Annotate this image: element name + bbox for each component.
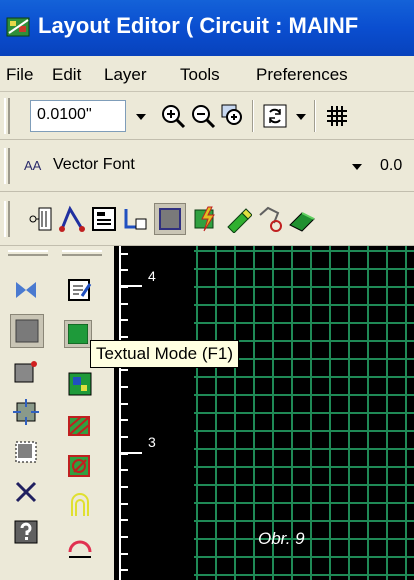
font-dropdown-icon[interactable] (352, 164, 362, 170)
palette-grip[interactable] (62, 250, 102, 256)
window-title: Layout Editor ( Circuit : MAINF (38, 13, 359, 38)
font-icon: AA (24, 158, 42, 173)
tooltip-text: Textual Mode (F1) (96, 344, 233, 363)
toolbar-grip[interactable] (4, 201, 10, 237)
hatch-fill-icon[interactable] (66, 412, 94, 440)
menu-tools[interactable]: Tools (180, 65, 220, 85)
help-icon[interactable] (12, 518, 40, 546)
menu-bar: File Edit Layer Tools Preferences (0, 56, 414, 92)
split-arrows-icon[interactable] (12, 276, 40, 304)
outline-shape-icon[interactable] (66, 492, 94, 520)
edit-text-icon[interactable] (66, 276, 94, 304)
pad-spark-icon[interactable] (192, 205, 220, 233)
text-object-icon[interactable] (90, 205, 118, 233)
polygon-route-icon[interactable] (256, 205, 284, 233)
app-icon (6, 17, 30, 37)
corner-shape-icon[interactable] (122, 205, 150, 233)
zoom-window-icon[interactable] (220, 103, 246, 129)
green-square-icon (68, 324, 88, 344)
figure-caption: Obr. 9 (258, 529, 305, 548)
toolbar-grip[interactable] (4, 98, 10, 134)
textual-mode-tool-pressed[interactable] (64, 320, 92, 348)
zoom-toolbar: 0.0100" (0, 92, 414, 140)
refresh-dropdown-icon[interactable] (296, 114, 306, 120)
grid-toggle-icon[interactable] (324, 103, 350, 129)
vertical-ruler: 4 3 (114, 246, 194, 580)
bounding-box-icon[interactable] (12, 438, 40, 466)
zoom-grid-combo[interactable]: 0.0100" (30, 100, 126, 132)
ruler-ticks (119, 246, 142, 580)
toolbar-separator (252, 100, 254, 132)
font-name: Vector Font (53, 156, 135, 173)
component-icon[interactable] (66, 370, 94, 398)
rect-tool-pressed[interactable] (154, 203, 186, 235)
font-combo[interactable]: Vector Font (46, 150, 366, 182)
ruler-label-3: 3 (148, 434, 156, 450)
connector-icon[interactable] (26, 205, 56, 233)
menu-edit[interactable]: Edit (52, 65, 81, 85)
delete-icon[interactable] (12, 478, 40, 506)
ruler-label-4: 4 (148, 268, 156, 284)
palette-grip[interactable] (8, 250, 48, 256)
font-toolbar: AA Vector Font 0.0 (0, 140, 414, 192)
zoom-grid-dropdown-icon[interactable] (136, 114, 146, 120)
zoom-out-icon[interactable] (190, 103, 216, 129)
drawing-toolbar (0, 192, 414, 246)
font-size-field[interactable]: 0.0 (380, 157, 402, 175)
tool-palette (0, 246, 114, 580)
select-tool-pressed[interactable] (10, 314, 44, 348)
filled-rect-icon (159, 208, 181, 230)
zoom-grid-value: 0.0100" (37, 106, 92, 123)
green-eraser-icon[interactable] (288, 205, 316, 233)
new-shape-icon[interactable] (12, 358, 40, 386)
group-icon[interactable] (12, 398, 40, 426)
menu-preferences[interactable]: Preferences (256, 65, 348, 85)
title-bar: Layout Editor ( Circuit : MAINF (0, 0, 414, 56)
toolbar-separator (314, 100, 316, 132)
menu-layer[interactable]: Layer (104, 65, 147, 85)
menu-file[interactable]: File (6, 65, 33, 85)
arc-icon[interactable] (66, 532, 94, 560)
filled-square-icon (15, 319, 39, 343)
green-pen-icon[interactable] (224, 205, 252, 233)
toolbar-grip[interactable] (4, 148, 10, 184)
tooltip-textual-mode: Textual Mode (F1) (90, 340, 239, 368)
no-fill-icon[interactable] (66, 452, 94, 480)
refresh-view-icon[interactable] (262, 103, 288, 129)
zoom-in-icon[interactable] (160, 103, 186, 129)
trace-route-icon[interactable] (58, 205, 86, 233)
